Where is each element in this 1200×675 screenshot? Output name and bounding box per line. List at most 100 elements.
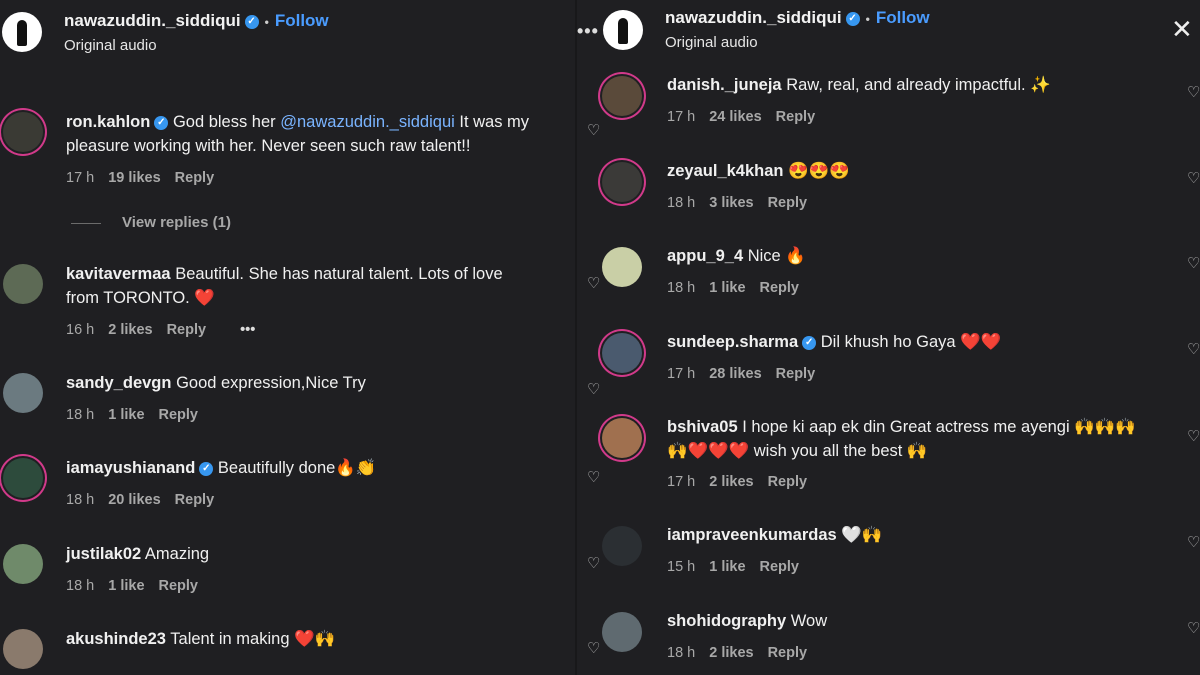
comment-username[interactable]: bshiva05 <box>667 418 738 436</box>
author-line: nawazuddin._siddiqui ✓ • Follow <box>64 11 329 31</box>
commenter-avatar[interactable] <box>3 264 43 304</box>
follow-button[interactable]: Follow <box>876 8 930 27</box>
comment-meta: 15 h 1 like Reply <box>667 559 813 575</box>
comment-username[interactable]: justilak02 <box>66 545 141 563</box>
reply-button[interactable]: Reply <box>776 109 816 125</box>
comment-meta: 18 h 1 like Reply <box>66 407 212 423</box>
author-avatar[interactable] <box>2 12 42 52</box>
comment-item: appu_9_4 Nice 🔥 18 h 1 like Reply ♡ ♡ <box>587 244 1200 314</box>
comment-username[interactable]: ron.kahlon <box>66 113 150 131</box>
comment-likes[interactable]: 1 like <box>709 559 745 575</box>
comment-username[interactable]: shohidography <box>667 612 786 630</box>
comment-body: I hope ki aap ek din Great actress me ay… <box>742 418 1136 436</box>
commenter-avatar[interactable] <box>602 418 642 458</box>
comment-item: sundeep.sharma ✓ Dil khush ho Gaya ❤️❤️ 1… <box>587 330 1200 400</box>
audio-label[interactable]: Original audio <box>64 37 157 54</box>
commenter-avatar[interactable] <box>602 333 642 373</box>
commenter-avatar[interactable] <box>602 162 642 202</box>
comment-likes[interactable]: 1 like <box>709 280 745 296</box>
comment-meta: 18 h 1 like Reply <box>667 280 813 296</box>
commenter-avatar[interactable] <box>602 247 642 287</box>
comment-username[interactable]: iamayushianand <box>66 459 195 477</box>
author-username[interactable]: nawazuddin._siddiqui <box>64 11 241 30</box>
comment-meta: 17 h 2 likes Reply <box>667 474 821 490</box>
commenter-avatar[interactable] <box>3 112 43 152</box>
heart-icon[interactable]: ♡ <box>1187 171 1200 187</box>
author-avatar[interactable] <box>603 10 643 50</box>
comment-username[interactable]: sandy_devgn <box>66 374 171 392</box>
commenter-avatar[interactable] <box>602 526 642 566</box>
commenter-avatar[interactable] <box>3 629 43 669</box>
comment-username[interactable]: zeyaul_k4khan <box>667 162 783 180</box>
view-replies-button[interactable]: View replies (1) <box>122 214 231 231</box>
heart-icon[interactable]: ♡ <box>1187 535 1200 551</box>
comment-likes[interactable]: 20 likes <box>108 492 160 508</box>
comment-username[interactable]: akushinde23 <box>66 630 166 648</box>
comment-body: Nice 🔥 <box>747 247 806 265</box>
comment-body-line2: pleasure working with her. Never seen su… <box>66 137 471 155</box>
reply-button[interactable]: Reply <box>175 170 215 186</box>
comment-text: shohidography Wow <box>667 609 1187 633</box>
commenter-avatar[interactable] <box>3 458 43 498</box>
comment-text: bshiva05 I hope ki aap ek din Great actr… <box>667 415 1187 463</box>
comment-username[interactable]: appu_9_4 <box>667 247 743 265</box>
reply-button[interactable]: Reply <box>175 492 215 508</box>
comment-likes[interactable]: 19 likes <box>108 170 160 186</box>
heart-icon[interactable]: ♡ <box>587 470 603 486</box>
comment-body: Beautiful. She has natural talent. Lots … <box>175 265 503 283</box>
reply-button[interactable]: Reply <box>760 280 800 296</box>
reply-button[interactable]: Reply <box>159 407 199 423</box>
heart-icon[interactable]: ♡ <box>587 276 603 292</box>
comment-likes[interactable]: 2 likes <box>709 645 753 661</box>
heart-icon[interactable]: ♡ <box>1187 342 1200 358</box>
comment-likes[interactable]: 1 like <box>108 407 144 423</box>
comment-text: kavitavermaa Beautiful. She has natural … <box>66 262 571 310</box>
reply-button[interactable]: Reply <box>768 645 808 661</box>
heart-icon[interactable]: ♡ <box>1187 429 1200 445</box>
reply-button[interactable]: Reply <box>768 195 808 211</box>
heart-icon[interactable]: ♡ <box>1187 85 1200 101</box>
comment-time: 18 h <box>66 578 95 594</box>
follow-button[interactable]: Follow <box>275 11 329 30</box>
heart-icon[interactable]: ♡ <box>587 556 603 572</box>
reply-button[interactable]: Reply <box>760 559 800 575</box>
heart-icon[interactable]: ♡ <box>1187 256 1200 272</box>
comment-time: 16 h <box>66 322 95 338</box>
right-comments-panel: ••• nawazuddin._siddiqui ✓ • Follow Origina… <box>577 0 1200 675</box>
comment-username[interactable]: danish._juneja <box>667 76 782 94</box>
comment-likes[interactable]: 2 likes <box>709 474 753 490</box>
reply-button[interactable]: Reply <box>776 366 816 382</box>
more-options-icon[interactable]: ••• <box>240 322 255 338</box>
heart-icon[interactable]: ♡ <box>587 641 603 657</box>
comment-mention[interactable]: @nawazuddin._siddiqui <box>280 113 455 131</box>
commenter-avatar[interactable] <box>602 76 642 116</box>
comment-time: 15 h <box>667 559 696 575</box>
reply-button[interactable]: Reply <box>159 578 199 594</box>
commenter-avatar[interactable] <box>3 373 43 413</box>
comment-body: 😍😍😍 <box>788 162 850 180</box>
commenter-avatar[interactable] <box>3 544 43 584</box>
reply-button[interactable]: Reply <box>167 322 207 338</box>
comment-item: iamayushianand ✓ Beautifully done🔥👏 18 h 2… <box>3 456 573 516</box>
close-icon[interactable]: ✕ <box>1171 14 1193 45</box>
comment-likes[interactable]: 24 likes <box>709 109 761 125</box>
comment-likes[interactable]: 28 likes <box>709 366 761 382</box>
comment-likes[interactable]: 1 like <box>108 578 144 594</box>
heart-icon[interactable]: ♡ <box>1187 621 1200 637</box>
verified-badge-icon: ✓ <box>199 461 214 476</box>
comment-time: 18 h <box>667 280 696 296</box>
heart-icon[interactable]: ♡ <box>587 382 603 398</box>
heart-icon[interactable]: ♡ <box>587 123 603 139</box>
comment-likes[interactable]: 3 likes <box>709 195 753 211</box>
comment-username[interactable]: sundeep.sharma <box>667 333 798 351</box>
comment-username[interactable]: kavitavermaa <box>66 265 171 283</box>
comment-username[interactable]: iampraveenkumardas <box>667 526 837 544</box>
author-username[interactable]: nawazuddin._siddiqui <box>665 8 842 27</box>
comment-likes[interactable]: 2 likes <box>108 322 152 338</box>
comment-text: iampraveenkumardas 🤍🙌 <box>667 523 1187 547</box>
comment-time: 18 h <box>667 645 696 661</box>
audio-label[interactable]: Original audio <box>665 34 758 51</box>
reply-button[interactable]: Reply <box>768 474 808 490</box>
comment-text: appu_9_4 Nice 🔥 <box>667 244 1187 268</box>
commenter-avatar[interactable] <box>602 612 642 652</box>
